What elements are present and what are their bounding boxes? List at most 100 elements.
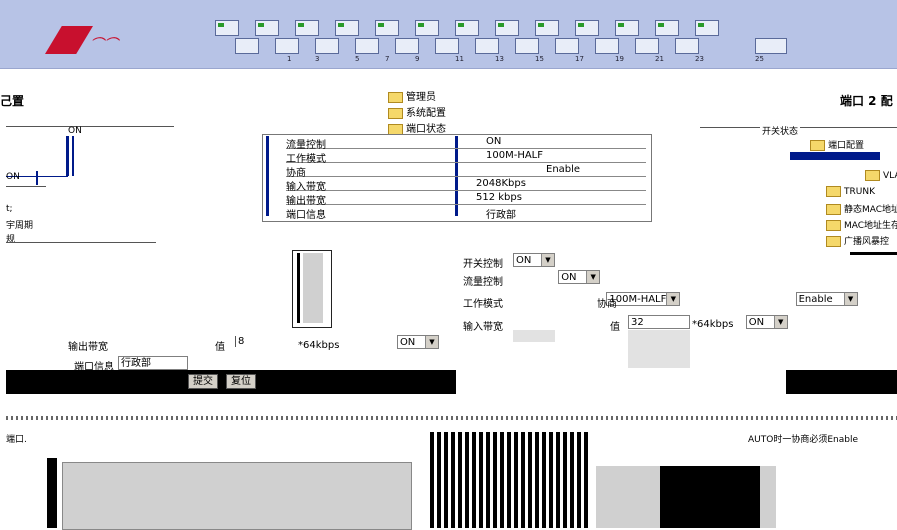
port-17[interactable]	[535, 20, 559, 36]
out-bw-label: 输出带宽	[68, 342, 108, 353]
switch-select[interactable]: ON ▼	[513, 253, 555, 267]
port-1[interactable]	[215, 20, 239, 36]
port-12[interactable]	[435, 38, 459, 54]
tree-item-label: 广播风暴控	[844, 237, 890, 247]
info-table-bar	[266, 136, 269, 216]
port-number-label: 5	[355, 55, 360, 63]
tree-item-label: 静态MAC地址	[844, 205, 897, 215]
port-16[interactable]	[515, 38, 539, 54]
port-13[interactable]	[455, 20, 479, 36]
port-2[interactable]	[235, 38, 259, 54]
port-21[interactable]	[615, 20, 639, 36]
negotiate-label: 协商	[597, 299, 617, 310]
folder-icon	[388, 123, 403, 135]
menu-item-label: 管理员	[406, 92, 436, 103]
port-9[interactable]	[375, 20, 399, 36]
in-unit-label: *64kbps	[692, 319, 734, 330]
menu-item-port-status[interactable]: 端口状态	[388, 120, 446, 135]
negotiate-select-value: Enable	[798, 294, 833, 305]
mode-select[interactable]: 100M-HALF ▼	[606, 292, 681, 306]
port-6[interactable]	[315, 38, 339, 54]
info-row-negotiate: 协商 Enable	[286, 164, 646, 179]
out-value-input[interactable]: 8	[235, 336, 244, 347]
info-value: ON	[486, 136, 502, 147]
folder-icon	[388, 107, 403, 119]
folder-icon	[826, 186, 841, 197]
menu-item-admin[interactable]: 管理员	[388, 88, 436, 103]
left-note: 端口.	[6, 435, 27, 445]
port-11[interactable]	[415, 20, 439, 36]
folder-icon	[826, 220, 841, 231]
chevron-down-icon: ▼	[843, 293, 857, 305]
in-value-input[interactable]: 32	[628, 315, 690, 329]
left-label: 规	[6, 235, 16, 245]
info-value: 512 kbps	[476, 192, 522, 203]
right-tree-header: 开关状态	[760, 124, 801, 137]
tree-bar	[790, 152, 880, 160]
info-row-in-bw: 输入带宽 2048Kbps	[286, 178, 646, 193]
port-8[interactable]	[355, 38, 379, 54]
port-10[interactable]	[395, 38, 419, 54]
port-number-label: 3	[315, 55, 320, 63]
tree-item-mac-aging[interactable]: MAC地址生存	[826, 218, 897, 231]
info-value: Enable	[546, 164, 581, 175]
mode-label: 工作模式	[463, 299, 503, 310]
port-5[interactable]	[295, 20, 319, 36]
submit-button[interactable]: 提交	[188, 374, 218, 389]
in-value-label: 值	[610, 322, 620, 333]
port-25[interactable]	[695, 20, 719, 36]
menu-item-system-config[interactable]: 系统配置	[388, 104, 446, 119]
left-diagram-frame	[6, 126, 174, 127]
right-note: AUTO时一协商必须Enable	[748, 435, 858, 445]
right-tree-line	[850, 252, 897, 255]
folder-icon	[826, 204, 841, 215]
port-22[interactable]	[635, 38, 659, 54]
out-bw-select[interactable]: ON ▼	[396, 335, 439, 349]
left-label: ON	[6, 172, 20, 182]
port-14[interactable]	[475, 38, 499, 54]
info-row-out-bw: 输出带宽 512 kbps	[286, 192, 646, 207]
left-label: t;	[6, 204, 13, 214]
info-value: 行政部	[486, 210, 516, 221]
out-bw-select-value: ON	[399, 337, 416, 348]
port-19[interactable]	[575, 20, 599, 36]
info-row-port-info: 端口信息 行政部	[286, 206, 646, 221]
port-3[interactable]	[255, 20, 279, 36]
port-23[interactable]	[655, 20, 679, 36]
page-title-left: 己置	[0, 94, 25, 108]
in-value-shadow	[628, 330, 690, 368]
left-diagram-bar	[66, 136, 69, 176]
port-24[interactable]	[675, 38, 699, 54]
flow-select-value: ON	[561, 272, 577, 283]
reset-button[interactable]: 复位	[226, 374, 256, 389]
logo-text: ⌒⌒	[90, 37, 118, 53]
port-number-label: 25	[755, 55, 764, 63]
port-number-label: 15	[535, 55, 544, 63]
port-number-label: 13	[495, 55, 504, 63]
negotiate-select[interactable]: Enable ▼	[795, 292, 858, 306]
port-number-label: 21	[655, 55, 664, 63]
port-26[interactable]	[755, 38, 787, 54]
port-20[interactable]	[595, 38, 619, 54]
bottom-graphic-left	[47, 458, 57, 528]
port-18[interactable]	[555, 38, 579, 54]
port-number-label: 11	[455, 55, 464, 63]
flow-select[interactable]: ON ▼	[558, 270, 601, 284]
tree-item-label: 端口配置	[828, 141, 865, 151]
left-diagram-panel: ON ON t; 宇周期 规	[6, 126, 206, 256]
chevron-down-icon: ▼	[586, 271, 600, 283]
in-bw-select[interactable]: ON ▼	[745, 315, 788, 329]
tree-item-static-mac[interactable]: 静态MAC地址	[826, 202, 897, 215]
folder-icon	[865, 170, 880, 181]
tree-item-broadcast-storm[interactable]: 广播风暴控	[826, 234, 889, 247]
tree-item-port-config[interactable]: 端口配置	[810, 138, 864, 151]
port-15[interactable]	[495, 20, 519, 36]
port-number-label: 17	[575, 55, 584, 63]
tree-item-trunk[interactable]: TRUNK	[826, 186, 875, 197]
tree-item-vlan[interactable]: VLA	[865, 170, 897, 181]
mode-select-value: 100M-HALF	[609, 294, 667, 305]
port-info-input[interactable]: 行政部	[118, 356, 188, 370]
port-4[interactable]	[275, 38, 299, 54]
port-7[interactable]	[335, 20, 359, 36]
menu-item-label: 系统配置	[406, 108, 446, 119]
